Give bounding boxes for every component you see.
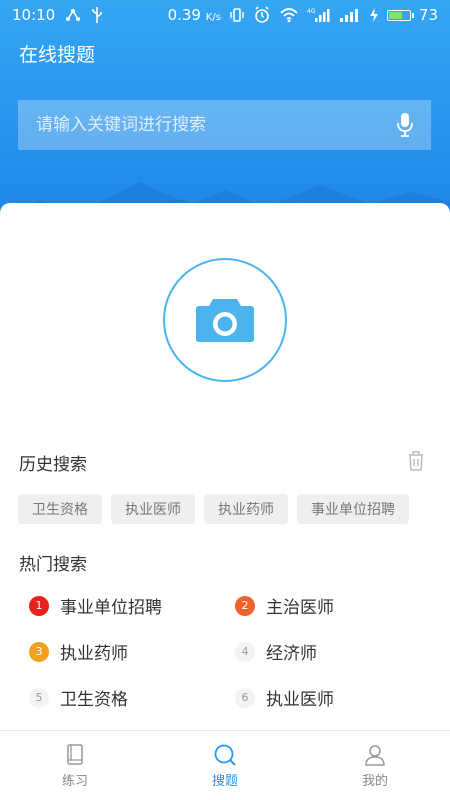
page-title: 在线搜题 [19,44,96,66]
rank-badge: 2 [235,595,255,616]
search-input[interactable] [36,115,393,135]
history-tag[interactable]: 卫生资格 [18,494,102,524]
usb-icon [91,6,103,24]
history-tag[interactable]: 执业药师 [204,494,288,524]
wifi-icon [279,7,299,23]
signal-icon [339,7,361,23]
search-icon [213,743,237,767]
signal-4g-icon: 4G [307,7,331,23]
tab-search[interactable]: 搜题 [150,731,300,800]
share-icon [65,7,81,23]
header: 10:10 0.39 K/s 4G 73 在线搜题 请输入关键词进行搜索 [0,0,450,215]
rank-badge: 1 [29,595,49,616]
history-tag[interactable]: 事业单位招聘 [297,494,409,524]
hot-item[interactable]: 4 经济师 [235,639,317,664]
tab-label: 搜题 [211,774,238,789]
camera-icon [195,293,255,347]
hot-label: 经济师 [266,644,317,664]
hot-item[interactable]: 6 执业医师 [235,685,334,710]
tab-mine[interactable]: 我的 [300,731,450,800]
rank-badge: 3 [29,641,49,662]
search-bar[interactable] [18,100,431,150]
hot-label: 事业单位招聘 [60,598,162,618]
alarm-icon [253,6,271,24]
rank-badge: 4 [235,641,255,662]
microphone-icon[interactable] [393,111,417,139]
hot-label: 主治医师 [266,598,334,618]
svg-text:4G: 4G [307,8,316,15]
camera-search-button[interactable] [163,258,287,382]
vibrate-icon [229,7,245,23]
rank-badge: 5 [29,687,49,708]
book-icon [63,743,87,767]
trash-icon[interactable] [405,450,427,472]
history-title: 历史搜索 [19,455,87,475]
hot-item[interactable]: 2 主治医师 [235,593,334,618]
net-speed: 0.39 K/s [167,6,221,24]
rank-badge: 6 [235,687,255,708]
charging-icon [369,7,379,23]
hot-label: 卫生资格 [60,690,128,710]
status-time: 10:10 [12,6,56,24]
tab-label: 练习 [61,774,88,789]
hot-label: 执业药师 [60,644,128,664]
battery-percent: 73 [418,6,438,24]
hot-item[interactable]: 1 事业单位招聘 [29,593,162,618]
hot-title: 热门搜索 [19,555,87,575]
status-bar: 10:10 0.39 K/s 4G 73 [0,0,450,30]
history-tag[interactable]: 执业医师 [111,494,195,524]
hot-item[interactable]: 3 执业药师 [29,639,128,664]
person-icon [363,743,387,767]
hot-item[interactable]: 5 卫生资格 [29,685,128,710]
tab-label: 我的 [361,774,388,789]
hot-label: 执业医师 [266,690,334,710]
tab-practice[interactable]: 练习 [0,731,150,800]
bottom-tab-bar: 练习 搜题 我的 [0,730,450,800]
battery-icon [386,9,414,21]
history-tags: 卫生资格 执业医师 执业药师 事业单位招聘 [18,494,409,524]
